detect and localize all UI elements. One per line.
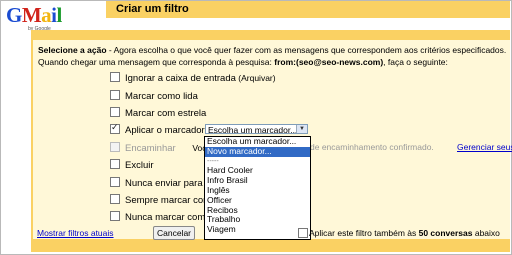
action-mark-read[interactable]: Marcar como lida: [110, 90, 198, 103]
dropdown-option[interactable]: Viagem: [205, 224, 310, 235]
action-apply-label[interactable]: Aplicar o marcador:: [110, 122, 207, 137]
forward-note: de encaminhamento confirmado.: [310, 142, 434, 152]
apply-existing-label: Aplicar este filtro também às 50 convers…: [309, 228, 500, 238]
mark-read-checkbox[interactable]: [110, 90, 120, 100]
chevron-down-icon[interactable]: ▼: [296, 125, 307, 133]
action-always-important[interactable]: Sempre marcar com: [110, 194, 211, 207]
intro-line-2: Quando chegar uma mensagem que correspon…: [38, 57, 448, 67]
filter-title-bar: Criar um filtro: [106, 1, 510, 18]
archive-checkbox[interactable]: [110, 72, 120, 82]
action-never-important[interactable]: Nunca marcar com: [110, 211, 205, 224]
delete-checkbox[interactable]: [110, 159, 120, 169]
action-star[interactable]: Marcar com estrela: [110, 107, 206, 120]
cancel-button[interactable]: Cancelar: [153, 226, 196, 240]
never-important-checkbox[interactable]: [110, 211, 120, 221]
page-title: Criar um filtro: [116, 3, 189, 15]
always-important-checkbox[interactable]: [110, 194, 120, 204]
label-select[interactable]: Escolha um marcador... ▼: [205, 124, 308, 135]
apply-existing-checkbox[interactable]: [298, 228, 308, 238]
action-archive[interactable]: Ignorar a caixa de entrada (Arquivar): [110, 72, 276, 85]
show-filters-link[interactable]: Mostrar filtros atuais: [37, 228, 114, 238]
intro-line-1: Selecione a ação - Agora escolha o que v…: [38, 45, 507, 55]
apply-label-checkbox[interactable]: [110, 122, 120, 134]
label-dropdown-list[interactable]: Escolha um marcador... Novo marcador... …: [204, 136, 311, 240]
manage-forwarding-link[interactable]: Gerenciar seus en: [457, 142, 512, 152]
action-forward: Encaminhar Você: [110, 142, 211, 155]
action-delete[interactable]: Excluir: [110, 159, 154, 172]
star-checkbox[interactable]: [110, 107, 120, 117]
action-never-spam[interactable]: Nunca enviar para S: [110, 177, 212, 190]
dropdown-option-selected[interactable]: Novo marcador...: [205, 146, 310, 157]
never-spam-checkbox[interactable]: [110, 177, 120, 187]
forward-checkbox: [110, 142, 120, 152]
